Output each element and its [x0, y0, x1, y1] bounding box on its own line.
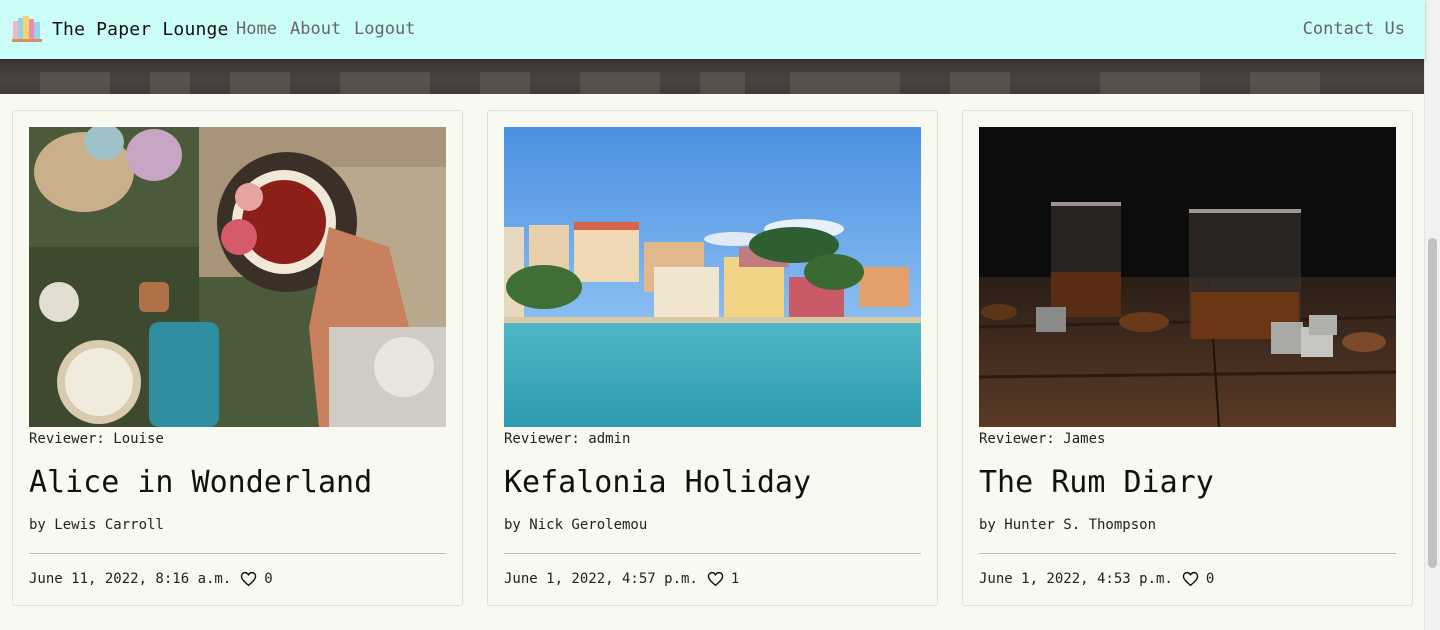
scrollbar-thumb[interactable]	[1428, 238, 1437, 568]
review-date: June 11, 2022, 8:16 a.m.	[29, 571, 232, 587]
card-divider	[29, 553, 446, 554]
review-card[interactable]: Reviewer: admin Kefalonia Holiday by Nic…	[487, 110, 938, 606]
review-card[interactable]: Reviewer: Louise Alice in Wonderland by …	[12, 110, 463, 606]
like-count: 1	[730, 571, 740, 587]
card-footer: June 1, 2022, 4:57 p.m. 1	[504, 571, 739, 587]
review-author: by Hunter S. Thompson	[979, 517, 1157, 533]
nav-contact-link[interactable]: Contact Us	[1303, 19, 1405, 39]
nav-about-link[interactable]: About	[290, 19, 341, 39]
review-title[interactable]: The Rum Diary	[979, 465, 1214, 500]
card-footer: June 1, 2022, 4:53 p.m. 0	[979, 571, 1214, 587]
navbar: The Paper Lounge Home About Logout Conta…	[0, 0, 1425, 59]
review-author: by Lewis Carroll	[29, 517, 164, 533]
reviewer-label: Reviewer: admin	[504, 431, 631, 447]
review-author: by Nick Gerolemou	[504, 517, 648, 533]
review-title[interactable]: Kefalonia Holiday	[504, 465, 811, 500]
hero-banner-image	[0, 59, 1425, 94]
page-scrollbar[interactable]	[1424, 0, 1440, 630]
reviewer-label: Reviewer: James	[979, 431, 1106, 447]
reviewer-label: Reviewer: Louise	[29, 431, 164, 447]
review-date: June 1, 2022, 4:53 p.m.	[979, 571, 1173, 587]
like-count: 0	[264, 571, 273, 587]
card-footer: June 11, 2022, 8:16 a.m. 0	[29, 571, 273, 587]
card-divider	[504, 553, 921, 554]
books-icon	[12, 16, 42, 42]
heart-icon[interactable]	[1182, 571, 1199, 587]
heart-icon[interactable]	[240, 571, 257, 587]
nav-logout-link[interactable]: Logout	[354, 19, 415, 39]
tea-and-alice-book-photo[interactable]	[29, 127, 446, 427]
review-title[interactable]: Alice in Wonderland	[29, 465, 372, 500]
brand-name: The Paper Lounge	[52, 18, 229, 40]
rum-glasses-photo[interactable]	[979, 127, 1396, 427]
heart-icon[interactable]	[707, 571, 724, 587]
review-date: June 1, 2022, 4:57 p.m.	[504, 571, 698, 587]
nav-home-link[interactable]: Home	[236, 19, 277, 39]
like-count: 0	[1205, 571, 1215, 587]
card-divider	[979, 553, 1396, 554]
review-card[interactable]: Reviewer: James The Rum Diary by Hunter …	[962, 110, 1413, 606]
seaside-village-photo[interactable]	[504, 127, 921, 427]
brand-link[interactable]: The Paper Lounge	[12, 15, 229, 43]
